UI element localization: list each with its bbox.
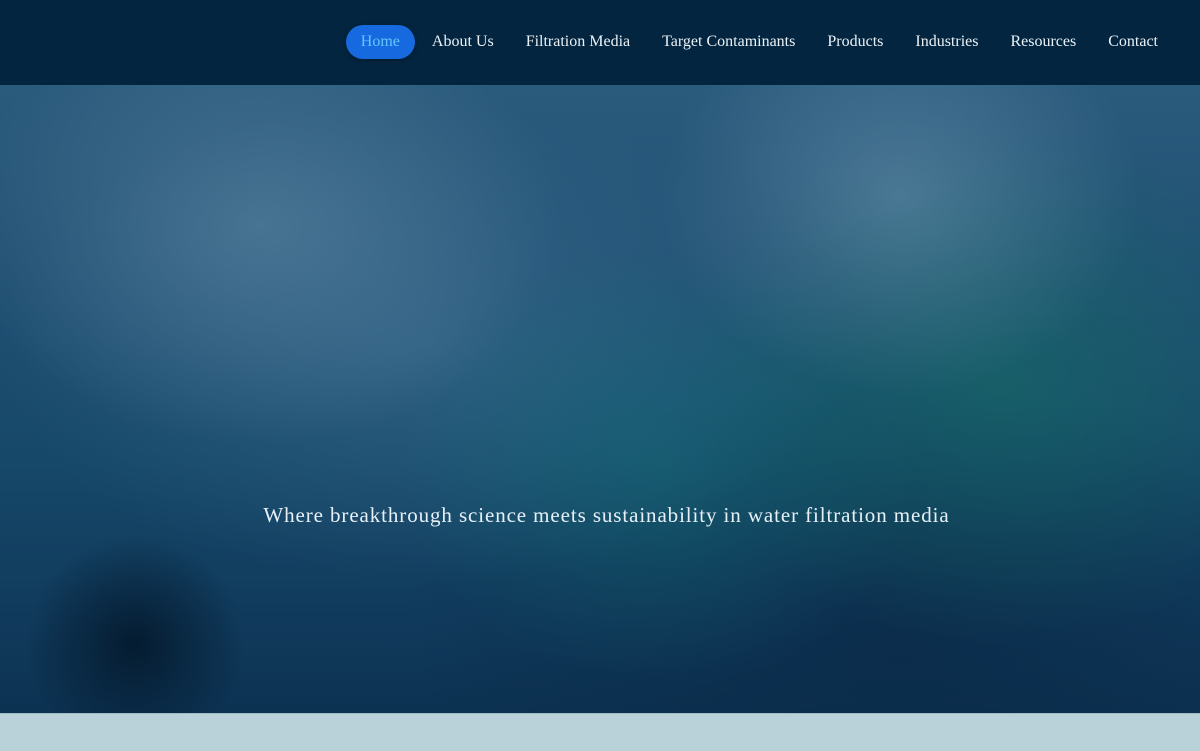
next-section-edge <box>0 713 1200 751</box>
hero-section: Where breakthrough science meets sustain… <box>0 85 1200 713</box>
nav-item-about-us[interactable]: About Us <box>416 25 510 59</box>
nav-item-contact[interactable]: Contact <box>1092 25 1174 59</box>
nav-item-industries[interactable]: Industries <box>899 25 994 59</box>
nav-item-home[interactable]: Home <box>345 25 415 59</box>
nav-item-products[interactable]: Products <box>811 25 899 59</box>
nav-item-resources[interactable]: Resources <box>994 25 1092 59</box>
nav-item-target-contaminants[interactable]: Target Contaminants <box>646 25 811 59</box>
main-nav: Home About Us Filtration Media Target Co… <box>345 25 1174 59</box>
hero-tagline: Where breakthrough science meets sustain… <box>263 503 950 527</box>
nav-item-filtration-media[interactable]: Filtration Media <box>510 25 646 59</box>
site-header: Home About Us Filtration Media Target Co… <box>0 0 1200 85</box>
